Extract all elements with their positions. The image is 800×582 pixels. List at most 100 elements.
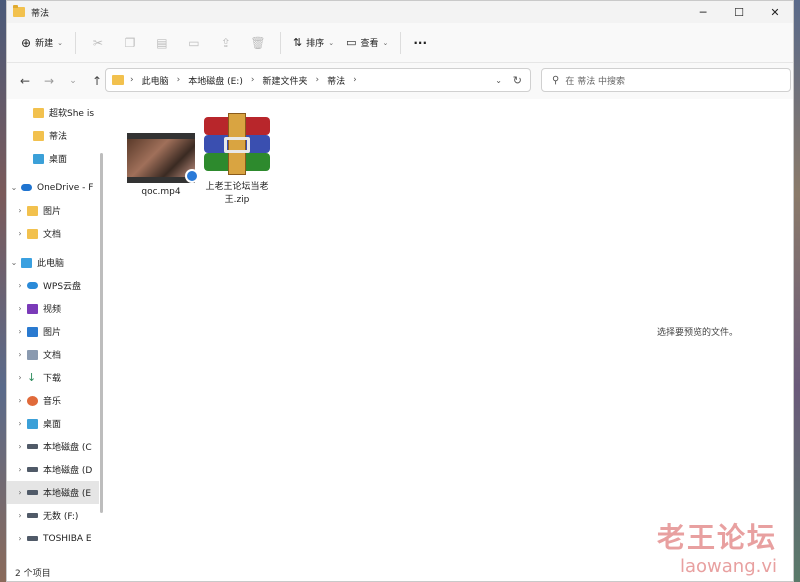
drive-icon [27,536,38,541]
chevron-right-icon[interactable]: › [13,442,27,451]
more-options-button[interactable]: ··· [407,31,433,55]
toolbar-divider [74,31,76,54]
breadcrumb-new-folder[interactable]: 新建文件夹 [262,74,307,87]
breadcrumb-drive-e[interactable]: 本地磁盘 (E:) [188,74,243,87]
address-bar[interactable]: › 此电脑 › 本地磁盘 (E:) › 新建文件夹 › 蒂法 › ⌄ ↻ [105,68,531,92]
drive-icon [27,467,38,472]
scissors-icon: ✂ [92,35,103,50]
breadcrumb-separator-icon: › [315,75,320,85]
sidebar-item-videos[interactable]: › 视频 [7,297,99,320]
folder-icon [33,107,44,118]
preview-pane-message: 选择要预览的文件。 [657,328,739,338]
share-button[interactable]: ⇪ [210,31,242,55]
copy-button[interactable]: ❐ [114,31,146,55]
breadcrumb-separator-icon: › [353,75,357,85]
sidebar-item-wps-cloud[interactable]: › WPS云盘 [7,274,99,297]
chevron-right-icon[interactable]: › [13,373,27,382]
sidebar-item-onedrive[interactable]: ⌄ OneDrive - F [7,176,99,199]
forward-button[interactable]: → [37,69,61,93]
download-icon: ↓ [27,370,37,384]
cut-button[interactable]: ✂ [82,31,114,55]
close-button[interactable]: ✕ [757,1,793,23]
chevron-right-icon[interactable]: › [13,511,27,520]
sidebar-scrollbar[interactable] [100,153,103,513]
sidebar-item-label: 下载 [43,374,62,384]
chevron-right-icon[interactable]: › [13,465,27,474]
sidebar-item-label: 此电脑 [37,259,65,269]
sidebar-item-label: 本地磁盘 (D [43,466,93,476]
chevron-right-icon[interactable]: › [13,281,27,290]
recent-locations-button[interactable]: ⌄ [61,69,85,93]
sidebar-item-drive-e[interactable]: › 本地磁盘 (E [7,481,99,504]
sidebar-item-this-pc[interactable]: ⌄ 此电脑 [7,251,99,274]
chevron-right-icon[interactable]: › [13,229,27,238]
sidebar-item-downloads[interactable]: › ↓ 下载 [7,366,99,389]
sidebar-item-chaoruan[interactable]: 超软She is [7,101,99,124]
minimize-button[interactable]: ─ [685,1,721,23]
refresh-icon[interactable]: ↻ [513,74,522,87]
sidebar-item-label: 图片 [43,207,62,217]
new-button[interactable]: ⊕ 新建 ⌄ [15,31,69,55]
sidebar-item-pc-desktop[interactable]: › 桌面 [7,412,99,435]
sidebar-item-desktop[interactable]: 桌面 [7,147,99,170]
cloud-icon [21,184,32,191]
sidebar-item-drive-d[interactable]: › 本地磁盘 (D [7,458,99,481]
drive-icon [27,444,38,449]
sidebar-item-label: 音乐 [43,397,62,407]
breadcrumb-this-pc[interactable]: 此电脑 [142,74,169,87]
sidebar-item-label: 桌面 [43,420,62,430]
arrow-up-icon: ↑ [91,74,103,88]
sidebar-item-drive-f[interactable]: › 无数 (F:) [7,504,99,527]
computer-icon [21,257,32,268]
chevron-down-icon[interactable]: ⌄ [7,258,21,267]
chevron-right-icon[interactable]: › [13,304,27,313]
chevron-down-icon[interactable]: ⌄ [7,183,21,192]
view-button[interactable]: ▭ 查看 ⌄ [340,31,394,55]
sidebar-item-tifa[interactable]: 蒂法 [7,124,99,147]
desktop-icon [33,153,44,164]
back-button[interactable]: ← [13,69,37,93]
title-bar: 蒂法 ─ ☐ ✕ [7,1,793,23]
sidebar-item-onedrive-pictures[interactable]: › 图片 [7,199,99,222]
search-box[interactable]: ⚲ 在 蒂法 中搜索 [541,68,791,92]
chevron-down-icon[interactable]: ⌄ [495,76,502,85]
picture-icon [27,326,38,337]
file-list: qoc.mp4 上老王论坛当老王.zip [107,101,627,561]
rename-button[interactable]: ▭ [178,31,210,55]
chevron-right-icon[interactable]: › [13,396,27,405]
breadcrumb-separator-icon: › [250,75,255,85]
file-explorer-window: 蒂法 ─ ☐ ✕ ⊕ 新建 ⌄ ✂ ❐ ▤ ▭ ⇪ 🗑 ⇅ 排序 ⌄ ▭ 查看 … [6,0,794,582]
maximize-button[interactable]: ☐ [721,1,757,23]
chevron-down-icon: ⌄ [57,38,63,47]
view-label: 查看 [360,39,379,49]
more-icon: ··· [413,35,428,50]
arrow-right-icon: → [43,74,55,88]
breadcrumb-current-folder[interactable]: 蒂法 [327,74,345,87]
drive-icon [27,490,38,495]
sidebar-item-label: WPS云盘 [43,282,82,292]
delete-button[interactable]: 🗑 [242,31,274,55]
chevron-right-icon[interactable]: › [13,419,27,428]
sidebar-item-label: 超软She is [49,109,95,119]
sidebar-item-label: 文档 [43,230,62,240]
toolbar-divider [400,31,402,54]
sidebar-item-drive-c[interactable]: › 本地磁盘 (C [7,435,99,458]
item-count: 2 个项目 [15,568,51,579]
sidebar-item-label: 桌面 [49,155,68,165]
sidebar-item-music[interactable]: › 音乐 [7,389,99,412]
chevron-right-icon[interactable]: › [13,488,27,497]
chevron-right-icon[interactable]: › [13,534,27,543]
sort-button[interactable]: ⇅ 排序 ⌄ [287,31,340,55]
file-item[interactable]: qoc.mp4 [121,133,201,197]
chevron-right-icon[interactable]: › [13,350,27,359]
sidebar-item-onedrive-documents[interactable]: › 文档 [7,222,99,245]
sidebar-item-pictures[interactable]: › 图片 [7,320,99,343]
sidebar-item-label: 蒂法 [49,132,68,142]
folder-icon [33,130,44,141]
sidebar-item-toshiba[interactable]: › TOSHIBA E [7,527,99,550]
file-item[interactable]: 上老王论坛当老王.zip [197,113,277,205]
chevron-right-icon[interactable]: › [13,327,27,336]
chevron-right-icon[interactable]: › [13,206,27,215]
paste-button[interactable]: ▤ [146,31,178,55]
sidebar-item-documents[interactable]: › 文档 [7,343,99,366]
